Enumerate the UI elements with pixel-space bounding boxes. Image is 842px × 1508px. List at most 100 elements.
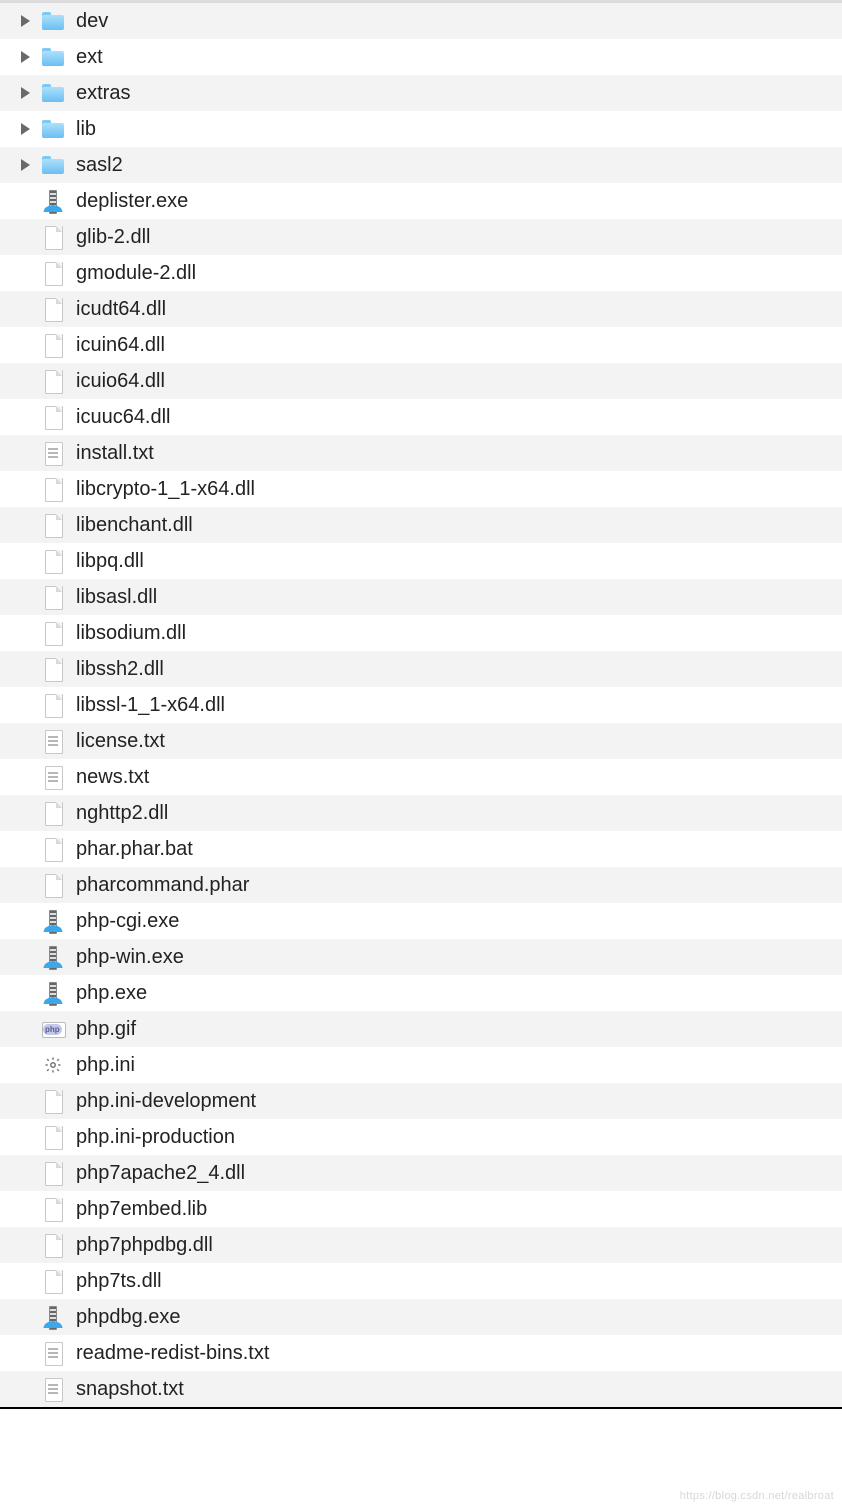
row-label: php.gif (76, 1018, 832, 1041)
exe-icon (40, 188, 66, 214)
tree-row[interactable]: pharcommand.phar (0, 867, 842, 903)
text-file-icon (40, 1376, 66, 1402)
generic-file-icon (40, 584, 66, 610)
tree-row[interactable]: deplister.exe (0, 183, 842, 219)
disclosure-triangle-icon[interactable] (10, 87, 40, 99)
file-tree: dev ext extras lib sasl2 deplister.exe glib-2.… (0, 0, 842, 1409)
row-label: php.ini-development (76, 1090, 832, 1113)
row-label: php7ts.dll (76, 1270, 832, 1293)
generic-file-icon (40, 1124, 66, 1150)
exe-icon (40, 980, 66, 1006)
folder-icon (40, 80, 66, 106)
gear-icon (40, 1052, 66, 1078)
watermark-text: https://blog.csdn.net/realbroat (680, 1490, 834, 1502)
tree-row[interactable]: libssh2.dll (0, 651, 842, 687)
generic-file-icon (40, 656, 66, 682)
row-label: icuio64.dll (76, 370, 832, 393)
tree-row[interactable]: install.txt (0, 435, 842, 471)
generic-file-icon (40, 512, 66, 538)
row-label: libsasl.dll (76, 586, 832, 609)
tree-row[interactable]: ext (0, 39, 842, 75)
generic-file-icon (40, 692, 66, 718)
tree-row[interactable]: libenchant.dll (0, 507, 842, 543)
tree-row[interactable]: phpdbg.exe (0, 1299, 842, 1335)
tree-row[interactable]: php7embed.lib (0, 1191, 842, 1227)
folder-icon (40, 44, 66, 70)
row-label: news.txt (76, 766, 832, 789)
tree-row[interactable]: libsasl.dll (0, 579, 842, 615)
exe-icon (40, 944, 66, 970)
tree-row[interactable]: lib (0, 111, 842, 147)
tree-row[interactable]: php.exe (0, 975, 842, 1011)
generic-file-icon (40, 296, 66, 322)
tree-row[interactable]: glib-2.dll (0, 219, 842, 255)
row-label: libssh2.dll (76, 658, 832, 681)
tree-row[interactable]: extras (0, 75, 842, 111)
tree-row[interactable]: snapshot.txt (0, 1371, 842, 1407)
row-label: phar.phar.bat (76, 838, 832, 861)
row-label: nghttp2.dll (76, 802, 832, 825)
generic-file-icon (40, 332, 66, 358)
tree-row[interactable]: icuin64.dll (0, 327, 842, 363)
row-label: libcrypto-1_1-x64.dll (76, 478, 832, 501)
tree-row[interactable]: icuuc64.dll (0, 399, 842, 435)
generic-file-icon (40, 404, 66, 430)
disclosure-triangle-icon[interactable] (10, 123, 40, 135)
generic-file-icon (40, 260, 66, 286)
tree-row[interactable]: gmodule-2.dll (0, 255, 842, 291)
tree-row[interactable]: php7phpdbg.dll (0, 1227, 842, 1263)
tree-row[interactable]: libsodium.dll (0, 615, 842, 651)
tree-row[interactable]: php7apache2_4.dll (0, 1155, 842, 1191)
row-label: dev (76, 10, 832, 33)
row-label: deplister.exe (76, 190, 832, 213)
tree-row[interactable]: php7ts.dll (0, 1263, 842, 1299)
row-label: phpdbg.exe (76, 1306, 832, 1329)
folder-icon (40, 116, 66, 142)
row-label: install.txt (76, 442, 832, 465)
row-label: sasl2 (76, 154, 832, 177)
row-label: php7embed.lib (76, 1198, 832, 1221)
row-label: php.exe (76, 982, 832, 1005)
disclosure-triangle-icon[interactable] (10, 51, 40, 63)
tree-row[interactable]: readme-redist-bins.txt (0, 1335, 842, 1371)
text-file-icon (40, 764, 66, 790)
tree-row[interactable]: libssl-1_1-x64.dll (0, 687, 842, 723)
generic-file-icon (40, 800, 66, 826)
exe-icon (40, 1304, 66, 1330)
tree-row[interactable]: php-cgi.exe (0, 903, 842, 939)
tree-row[interactable]: nghttp2.dll (0, 795, 842, 831)
image-file-icon (40, 1016, 66, 1042)
tree-row[interactable]: phar.phar.bat (0, 831, 842, 867)
tree-row[interactable]: php-win.exe (0, 939, 842, 975)
tree-row[interactable]: libpq.dll (0, 543, 842, 579)
row-label: php7phpdbg.dll (76, 1234, 832, 1257)
tree-row[interactable]: libcrypto-1_1-x64.dll (0, 471, 842, 507)
tree-row[interactable]: news.txt (0, 759, 842, 795)
tree-row[interactable]: php.ini-development (0, 1083, 842, 1119)
row-label: libenchant.dll (76, 514, 832, 537)
row-label: lib (76, 118, 832, 141)
text-file-icon (40, 1340, 66, 1366)
row-label: gmodule-2.dll (76, 262, 832, 285)
row-label: license.txt (76, 730, 832, 753)
tree-row[interactable]: sasl2 (0, 147, 842, 183)
disclosure-triangle-icon[interactable] (10, 159, 40, 171)
tree-row[interactable]: icudt64.dll (0, 291, 842, 327)
row-label: php7apache2_4.dll (76, 1162, 832, 1185)
generic-file-icon (40, 368, 66, 394)
row-label: php-win.exe (76, 946, 832, 969)
tree-row[interactable]: php.gif (0, 1011, 842, 1047)
tree-row[interactable]: php.ini (0, 1047, 842, 1083)
tree-row[interactable]: icuio64.dll (0, 363, 842, 399)
generic-file-icon (40, 1196, 66, 1222)
tree-row[interactable]: license.txt (0, 723, 842, 759)
disclosure-triangle-icon[interactable] (10, 15, 40, 27)
generic-file-icon (40, 620, 66, 646)
row-label: php.ini-production (76, 1126, 832, 1149)
tree-row[interactable]: dev (0, 3, 842, 39)
generic-file-icon (40, 836, 66, 862)
text-file-icon (40, 440, 66, 466)
tree-row[interactable]: php.ini-production (0, 1119, 842, 1155)
row-label: php.ini (76, 1054, 832, 1077)
row-label: extras (76, 82, 832, 105)
